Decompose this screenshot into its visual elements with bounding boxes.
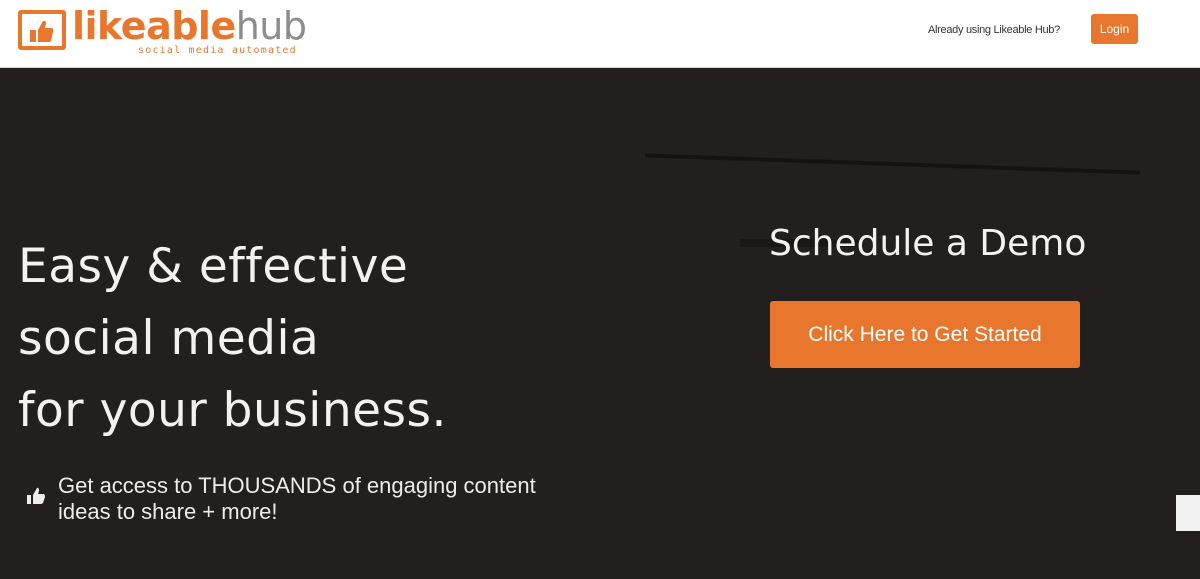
headline-line-1: Easy & effective bbox=[18, 239, 409, 294]
logo[interactable]: likeablehub social media automated bbox=[18, 4, 308, 58]
hero-headline: Easy & effective social media for your b… bbox=[18, 231, 447, 447]
login-button[interactable]: Login bbox=[1091, 14, 1138, 44]
side-tab-edge bbox=[1176, 495, 1200, 531]
logo-word-primary: likeable bbox=[72, 4, 236, 48]
logo-wordmark: likeablehub bbox=[72, 4, 307, 48]
feature-text: Get access to THOUSANDS of engaging cont… bbox=[58, 473, 536, 524]
headline-line-2: social media bbox=[18, 311, 320, 366]
logo-word-secondary: hub bbox=[235, 4, 307, 48]
headline-line-3: for your business. bbox=[18, 383, 447, 438]
already-using-text: Already using Likeable Hub? bbox=[928, 24, 1060, 36]
logo-badge bbox=[18, 10, 66, 50]
thumbs-up-icon bbox=[30, 20, 54, 42]
logo-tagline: social media automated bbox=[138, 45, 297, 56]
site-header: likeablehub social media automated Alrea… bbox=[0, 0, 1200, 68]
get-started-button[interactable]: Click Here to Get Started bbox=[770, 301, 1080, 368]
thumbs-up-icon bbox=[27, 487, 45, 504]
demo-title: Schedule a Demo bbox=[769, 223, 1087, 264]
hero-section: Easy & effective social media for your b… bbox=[0, 69, 1200, 579]
brush-stroke-decoration bbox=[645, 153, 1140, 175]
